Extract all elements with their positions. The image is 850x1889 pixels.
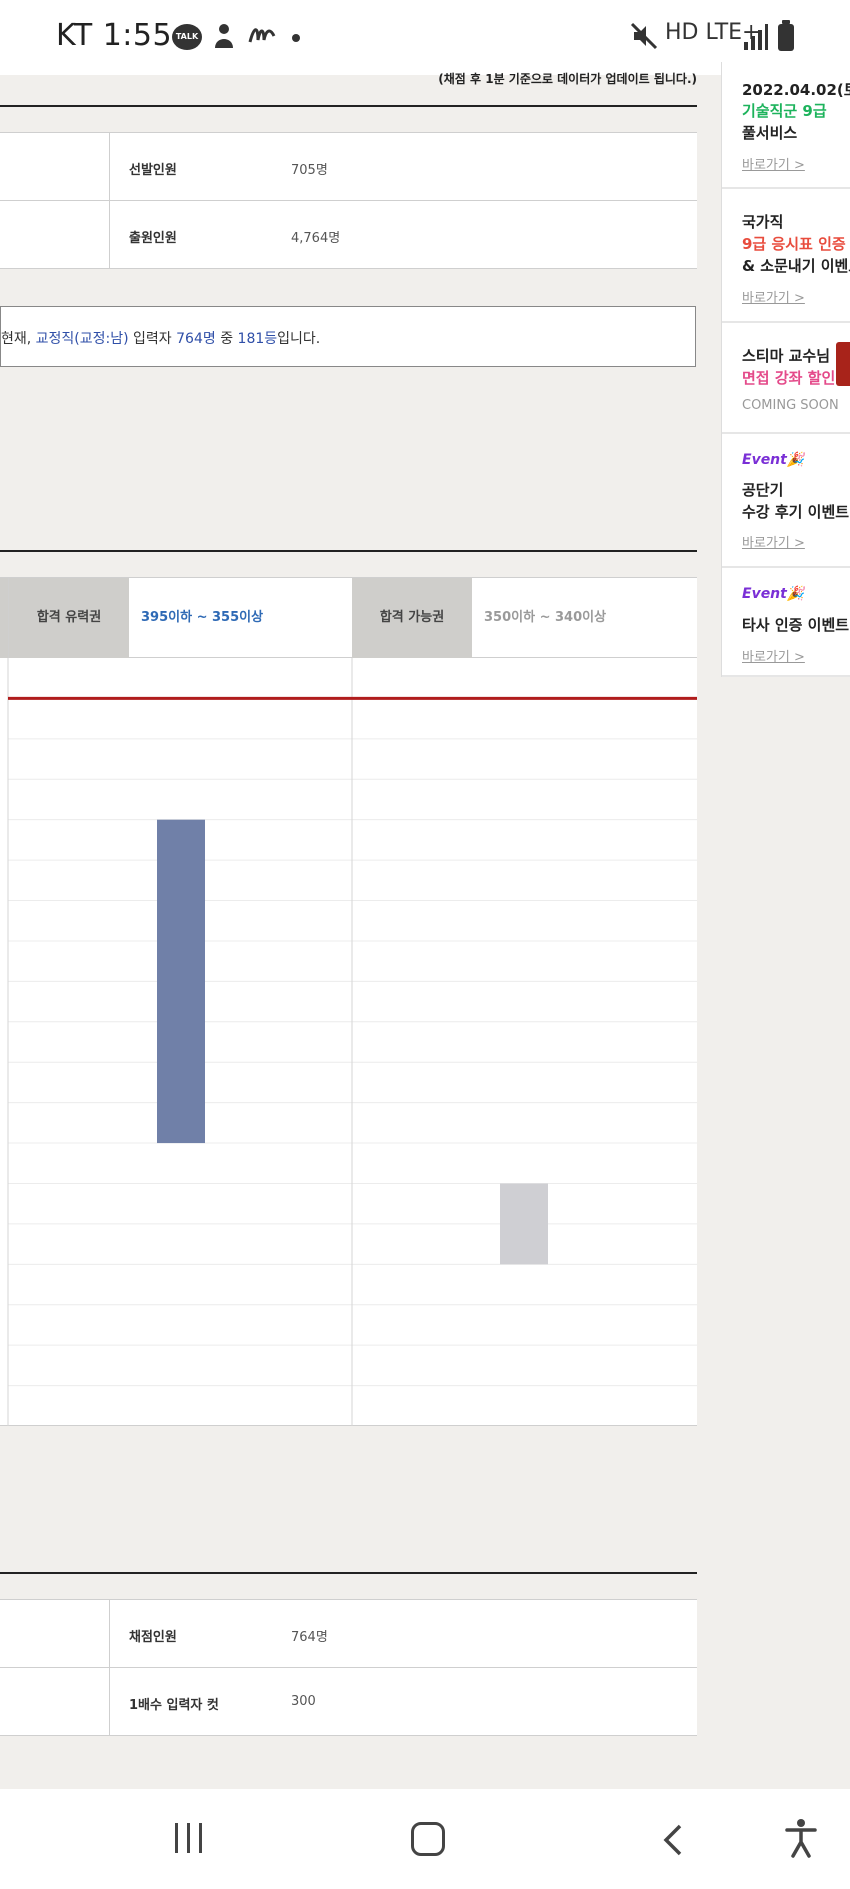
table-row: 1배수 입력자 컷 300 xyxy=(0,1668,697,1736)
sidebar-item-tech9[interactable]: 2022.04.02(토) 기술직군 9급 풀서비스 바로가기 > xyxy=(722,62,850,189)
sidebar-item-national[interactable]: 국가직 9급 응시표 인증 & 소문내기 이벤트 바로가기 > xyxy=(722,189,850,323)
sidebar-item-title: 국가직 xyxy=(742,213,784,231)
accessibility-icon xyxy=(785,1819,817,1858)
value-selected: 705명 xyxy=(291,163,328,178)
app-icon xyxy=(212,22,236,56)
sidebar-item-title: 공단기 xyxy=(742,481,784,499)
sidebar-banner: 2022.04.02(토) 기술직군 9급 풀서비스 바로가기 > 국가직 9급… xyxy=(721,62,850,677)
divider xyxy=(0,1572,697,1574)
chart-bar xyxy=(157,819,205,1144)
sidebar-item-subtitle: 9급 응시표 인증 xyxy=(742,235,846,253)
rank-prefix: 현재, xyxy=(1,331,36,347)
bottom-info-table: 채점인원 764명 1배수 입력자 컷 300 xyxy=(0,1599,697,1736)
chart-header: 합격 유력권 395이하 ~ 355이상 합격 가능권 350이하 ~ 340이… xyxy=(0,577,697,658)
event-tag: Event🎉 xyxy=(742,586,805,602)
sidebar-item-title: 스티마 교수님 xyxy=(742,347,831,365)
sidebar-item-link[interactable]: 바로가기 > xyxy=(742,532,805,551)
sidebar-item-cert-event[interactable]: Event🎉 타사 인증 이벤트 바로가기 > xyxy=(722,568,850,677)
sidebar-item-coming-soon: COMING SOON xyxy=(742,398,839,413)
chart-svg xyxy=(7,658,697,1426)
value-graded: 764명 xyxy=(291,1630,328,1645)
rank-text-mid2: 중 xyxy=(215,331,238,347)
sidebar-item-date: 2022.04.02(토) xyxy=(742,81,850,99)
accessibility-button[interactable] xyxy=(784,1818,818,1867)
rank-category: 교정직(교정:남) xyxy=(35,331,129,347)
table-row: 출원인원 4,764명 xyxy=(0,201,697,269)
chart-bar xyxy=(500,1183,548,1265)
table-row: 채점인원 764명 xyxy=(0,1600,697,1668)
possible-zone-label: 합격 가능권 xyxy=(352,578,472,658)
event-tag: Event🎉 xyxy=(742,452,805,468)
label-cutoff: 1배수 입력자 컷 xyxy=(129,1698,219,1713)
divider xyxy=(0,550,697,552)
chevron-left-icon xyxy=(663,1824,682,1856)
back-button[interactable] xyxy=(660,1822,684,1864)
likely-zone-label: 합격 유력권 xyxy=(9,578,129,658)
rank-text: 현재, 교정직(교정:남) 입력자 764명 중 181등입니다. xyxy=(1,328,320,348)
rank-box: 현재, 교정직(교정:남) 입력자 764명 중 181등입니다. xyxy=(0,306,696,367)
top-info-table: 선발인원 705명 출원인원 4,764명 xyxy=(0,132,697,269)
app2-icon xyxy=(248,22,276,52)
battery-icon xyxy=(778,20,794,51)
kakaotalk-icon: TALK xyxy=(172,24,202,50)
label-selected: 선발인원 xyxy=(129,163,177,178)
likely-zone-range: 395이하 ~ 355이상 xyxy=(141,610,264,625)
possible-zone-range: 350이하 ~ 340이상 xyxy=(484,610,607,625)
sidebar-item-subtitle: 풀서비스 xyxy=(742,124,798,142)
sidebar-item-link[interactable]: 바로가기 > xyxy=(742,287,805,306)
rank-suffix: 입니다. xyxy=(277,331,321,347)
sidebar-item-interview[interactable]: 스티마 교수님 면접 강좌 할인 COMING SOON xyxy=(722,323,850,434)
sidebar-item-link[interactable]: 바로가기 > xyxy=(742,646,805,665)
label-graded: 채점인원 xyxy=(129,1630,177,1645)
update-notice: (채점 후 1분 기준으로 데이터가 업데이트 됩니다.) xyxy=(438,72,697,86)
rank-text-mid1: 입력자 xyxy=(128,331,177,347)
sidebar-item-title: 타사 인증 이벤트 xyxy=(742,616,850,634)
sidebar-item-subtitle: 면접 강좌 할인 xyxy=(742,369,836,387)
mute-icon xyxy=(630,22,658,56)
label-applicants: 출원인원 xyxy=(129,231,177,246)
signal-icon xyxy=(744,24,768,54)
sidebar-item-link[interactable]: 바로가기 > xyxy=(742,154,805,173)
status-time: KT 1:55 xyxy=(56,18,173,53)
score-chart xyxy=(0,658,697,1426)
table-row: 선발인원 705명 xyxy=(0,133,697,201)
sidebar-item-subtitle: 수강 후기 이벤트 xyxy=(742,503,850,521)
dot-icon xyxy=(292,34,300,42)
divider xyxy=(0,105,697,107)
sidebar-item-title: 기술직군 9급 xyxy=(742,102,827,120)
recent-apps-button[interactable] xyxy=(175,1823,205,1853)
rank-total-count: 764명 xyxy=(176,331,216,347)
sidebar-item-subtitle2: & 소문내기 이벤트 xyxy=(742,257,850,275)
home-button[interactable] xyxy=(411,1822,445,1856)
rank-position: 181등 xyxy=(237,331,278,347)
value-cutoff: 300 xyxy=(291,1694,316,1709)
sidebar-item-review-event[interactable]: Event🎉 공단기 수강 후기 이벤트 바로가기 > xyxy=(722,434,850,568)
value-applicants: 4,764명 xyxy=(291,231,341,246)
